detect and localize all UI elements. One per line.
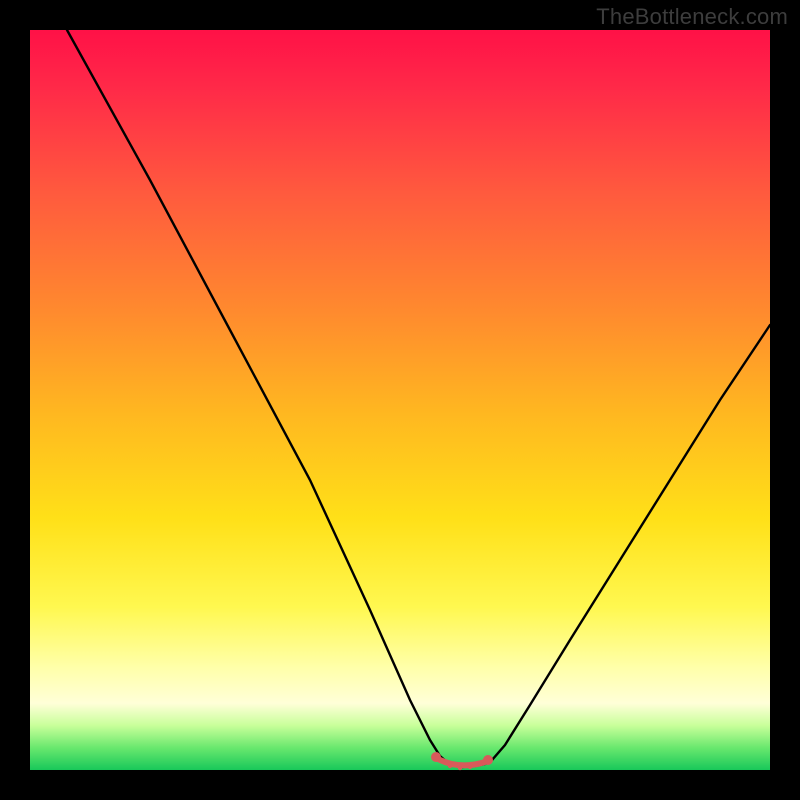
watermark-text: TheBottleneck.com <box>596 4 788 30</box>
bottleneck-curve <box>30 30 770 770</box>
curve-path <box>67 30 770 767</box>
flat-dot <box>448 764 452 768</box>
flat-dot <box>458 766 462 770</box>
chart-frame: TheBottleneck.com <box>0 0 800 800</box>
flat-dot <box>468 765 472 769</box>
flat-region-marker-right <box>483 755 493 765</box>
flat-region-marker-left <box>431 752 441 762</box>
flat-region-line <box>438 759 485 765</box>
